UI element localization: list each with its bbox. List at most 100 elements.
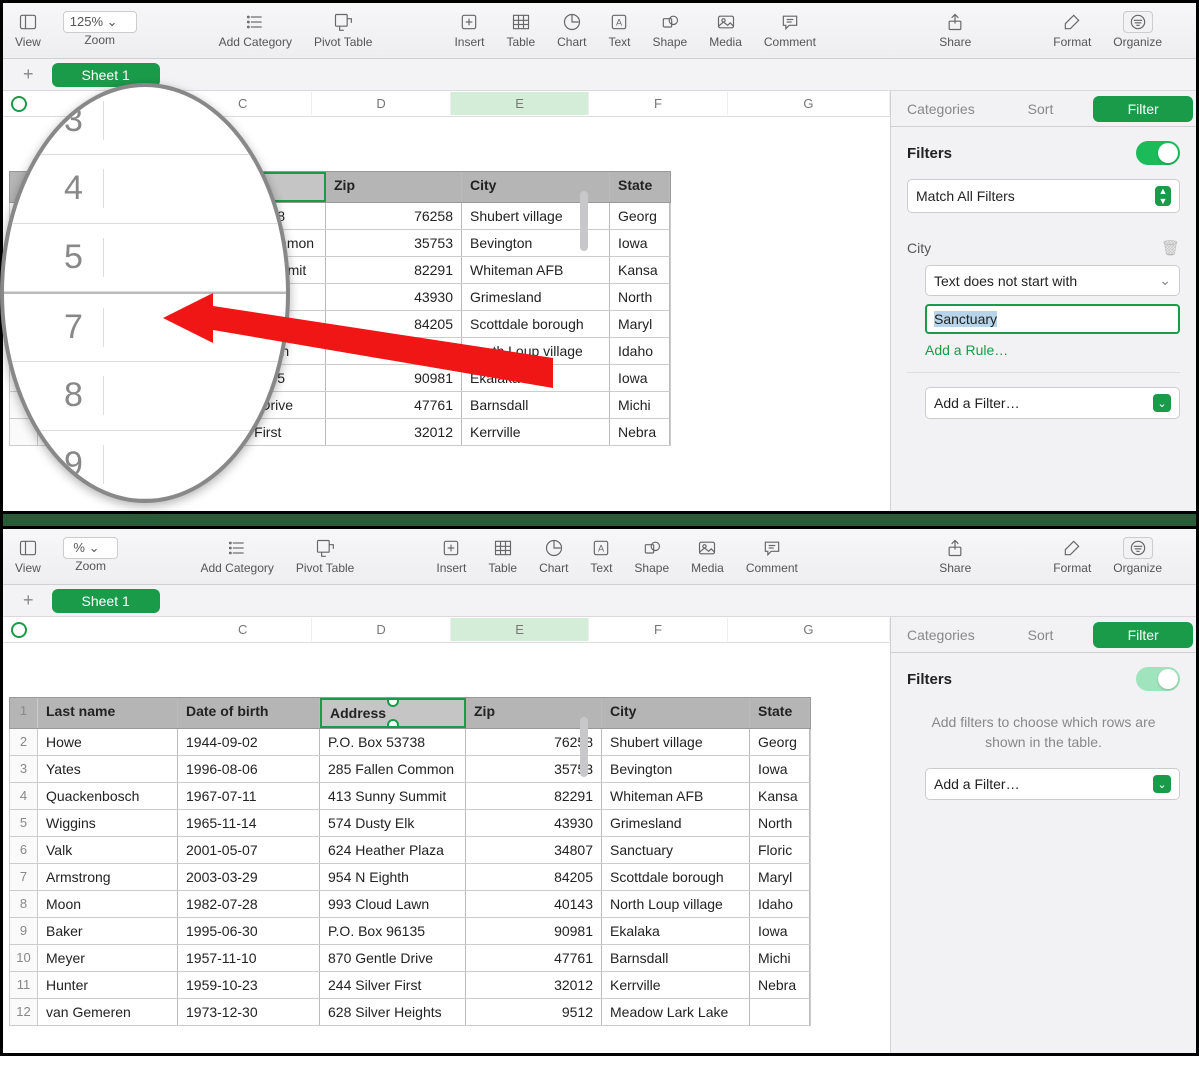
col-zip[interactable]: Zip [326,172,462,202]
condition-select[interactable]: Text does not start with ⌄ [925,265,1180,296]
zoom-tool[interactable]: 125% ⌄ Zoom [63,11,137,47]
toolbar-top: View 125% ⌄ Zoom Add Category Pivot Tabl… [3,3,1196,59]
magnifier-overlay: 3 4 5 7 8 9 [0,83,290,503]
svg-text:A: A [616,17,623,27]
tab-sort[interactable]: Sort [991,93,1091,125]
format-tool[interactable]: Format [1053,11,1091,49]
table-row[interactable]: 11Hunter1959-10-23244 Silver First32012K… [9,972,811,999]
share-tool[interactable]: Share [939,11,971,49]
col-state[interactable]: State [750,698,810,728]
format-tool[interactable]: Format [1053,537,1091,575]
list-icon [227,537,247,559]
view-tool[interactable]: View [15,11,41,49]
organize-icon [1123,11,1153,33]
col-D[interactable]: D [312,92,450,115]
tab-filter[interactable]: Filter [1093,622,1193,648]
add-sheet-button[interactable]: + [13,590,44,611]
match-mode-select[interactable]: Match All Filters ▲▼ [907,179,1180,213]
col-G[interactable]: G [728,618,890,641]
insert-tool[interactable]: Insert [436,537,466,575]
table-tool[interactable]: Table [506,11,535,49]
share-tool[interactable]: Share [939,537,971,575]
filters-heading: Filters [907,145,952,162]
sheet-tab[interactable]: Sheet 1 [52,589,160,613]
zoom-select[interactable]: % ⌄ [63,537,119,559]
comment-icon [762,537,782,559]
table-row[interactable]: 6Valk2001-05-07624 Heather Plaza34807San… [9,837,811,864]
tab-categories[interactable]: Categories [891,93,991,125]
table-row[interactable]: 3Yates1996-08-06285 Fallen Common35753Be… [9,756,811,783]
chart-tool[interactable]: Chart [539,537,568,575]
sheet-area-bottom[interactable]: B C D E F G 1 Last name Date of birth Ad… [3,617,890,1053]
table-row[interactable]: 8Moon1982-07-28993 Cloud Lawn40143North … [9,891,811,918]
zoom-select[interactable]: 125% ⌄ [63,11,137,33]
select-all-circle[interactable] [3,622,35,638]
trash-icon[interactable]: 🗑 [1161,239,1180,257]
add-sheet-button[interactable]: + [13,64,44,85]
comment-tool[interactable]: Comment [764,11,816,49]
zoom-tool[interactable]: % ⌄ Zoom [63,537,119,573]
chart-icon [562,11,582,33]
col-E[interactable]: E [451,92,589,115]
filter-value-input[interactable]: Sanctuary [925,304,1180,334]
table-row[interactable]: 2Howe1944-09-02P.O. Box 5373876258Shuber… [9,729,811,756]
tab-categories[interactable]: Categories [891,619,991,651]
add-category-tool[interactable]: Add Category [200,537,273,575]
filters-help-text: Add filters to choose which rows are sho… [907,705,1180,768]
table-icon [511,11,531,33]
scrollbar[interactable] [580,191,588,251]
col-C[interactable]: C [174,618,312,641]
plus-box-icon [459,11,479,33]
col-address[interactable]: Address [320,698,466,728]
table-row[interactable]: 9Baker1995-06-30P.O. Box 9613590981Ekala… [9,918,811,945]
add-filter-select[interactable]: Add a Filter… ⌄ [925,387,1180,419]
col-E[interactable]: E [451,618,589,641]
filters-toggle[interactable] [1136,141,1180,165]
media-tool[interactable]: Media [691,537,724,575]
col-F[interactable]: F [589,618,727,641]
col-city[interactable]: City [602,698,750,728]
insert-tool[interactable]: Insert [454,11,484,49]
table-tool[interactable]: Table [488,537,517,575]
add-filter-select[interactable]: Add a Filter… ⌄ [925,768,1180,800]
filters-heading: Filters [907,671,952,688]
view-tool[interactable]: View [15,537,41,575]
pivot-icon [333,11,353,33]
table-row[interactable]: 4Quackenbosch1967-07-11413 Sunny Summit8… [9,783,811,810]
shape-tool[interactable]: Shape [653,11,688,49]
table-row[interactable]: 10Meyer1957-11-10870 Gentle Drive47761Ba… [9,945,811,972]
table-row[interactable]: 5Wiggins1965-11-14574 Dusty Elk43930Grim… [9,810,811,837]
view-icon [18,11,38,33]
image-icon [716,11,736,33]
organize-tool[interactable]: Organize [1113,537,1162,575]
tab-filter[interactable]: Filter [1093,96,1193,122]
select-all-circle[interactable] [3,96,35,112]
shape-tool[interactable]: Shape [634,537,669,575]
table-row[interactable]: 12van Gemeren1973-12-30628 Silver Height… [9,999,811,1026]
toolbar-bottom: View % ⌄ Zoom Add Category Pivot Table I… [3,529,1196,585]
col-F[interactable]: F [589,92,727,115]
text-tool[interactable]: A Text [590,537,612,575]
tab-sort[interactable]: Sort [991,619,1091,651]
chevron-down-icon: ⌄ [1159,272,1171,289]
table-row[interactable]: 7Armstrong2003-03-29954 N Eighth84205Sco… [9,864,811,891]
scrollbar[interactable] [580,717,588,777]
add-rule-link[interactable]: Add a Rule… [925,342,1180,358]
comment-tool[interactable]: Comment [746,537,798,575]
shape-icon [642,537,662,559]
comment-icon [780,11,800,33]
media-tool[interactable]: Media [709,11,742,49]
col-dob[interactable]: Date of birth [178,698,320,728]
col-lastname[interactable]: Last name [38,698,178,728]
share-icon [945,537,965,559]
col-D[interactable]: D [312,618,450,641]
pivot-tool[interactable]: Pivot Table [314,11,372,49]
col-state[interactable]: State [610,172,670,202]
pivot-tool[interactable]: Pivot Table [296,537,354,575]
col-G[interactable]: G [728,92,890,115]
add-category-tool[interactable]: Add Category [219,11,292,49]
filters-toggle[interactable] [1136,667,1180,691]
text-tool[interactable]: A Text [608,11,630,49]
organize-tool[interactable]: Organize [1113,11,1162,49]
chart-tool[interactable]: Chart [557,11,586,49]
